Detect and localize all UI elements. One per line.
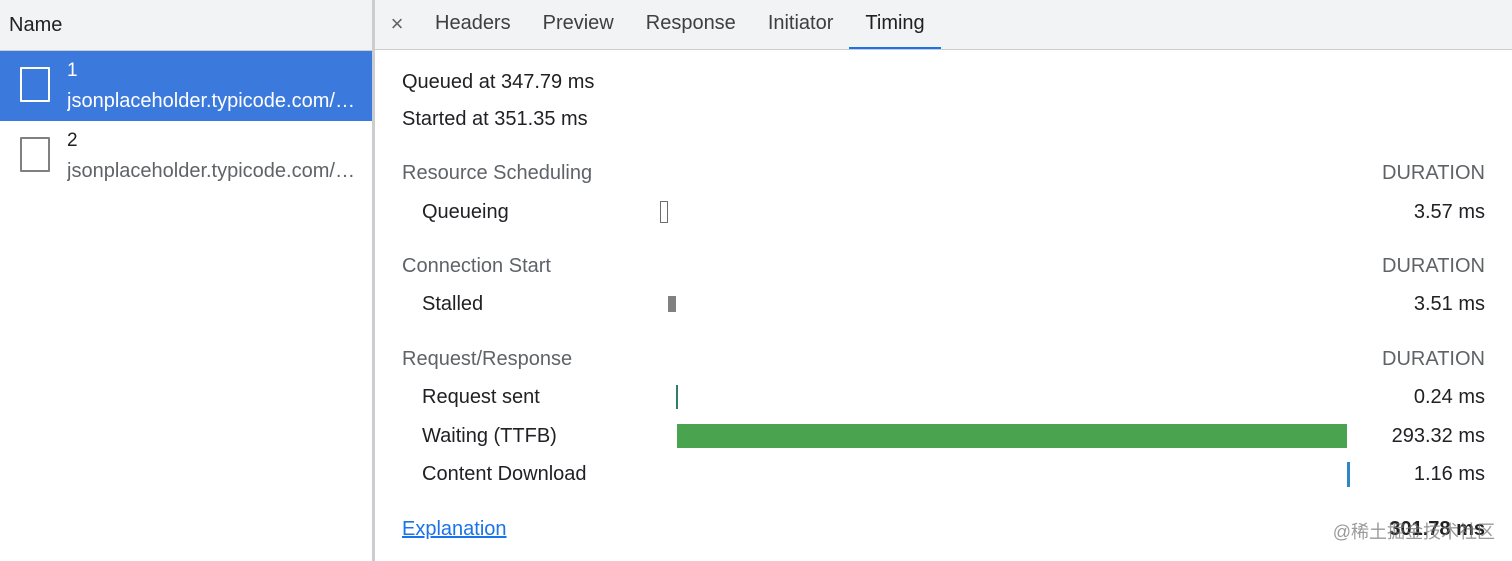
row-label-content-download: Content Download: [422, 463, 587, 485]
queued-at-text: Queued at 347.79 ms: [402, 71, 595, 93]
duration-header: DURATION: [1382, 348, 1485, 370]
section-title-resource-scheduling: Resource Scheduling: [402, 162, 593, 184]
duration-header: DURATION: [1382, 162, 1485, 184]
document-icon: [20, 137, 50, 172]
tab-preview[interactable]: Preview: [527, 0, 630, 49]
section-title-connection-start: Connection Start: [402, 255, 551, 277]
devtools-network-panel: Name 1 jsonplaceholder.typicode.com/post…: [0, 0, 1512, 561]
name-column-header[interactable]: Name: [0, 0, 372, 51]
detail-tabbar: × Headers Preview Response Initiator Tim…: [375, 0, 1512, 50]
row-label-request-sent: Request sent: [422, 386, 540, 408]
row-value-queueing: 3.57 ms: [1413, 201, 1485, 223]
request-row-2[interactable]: 2 jsonplaceholder.typicode.com/posts/2: [0, 121, 372, 191]
row-value-request-sent: 0.24 ms: [1413, 386, 1485, 408]
request-row-1[interactable]: 1 jsonplaceholder.typicode.com/posts/1: [0, 51, 372, 121]
close-icon[interactable]: ×: [375, 0, 419, 49]
timing-view: Queued at 347.79 ms Started at 351.35 ms…: [402, 50, 1485, 561]
timing-bar-queueing: [660, 201, 669, 223]
watermark-text: @稀土掘金技术社区: [1332, 522, 1495, 542]
timing-bar-request-sent: [676, 385, 679, 409]
request-name: 2: [67, 130, 78, 151]
request-url: jsonplaceholder.typicode.com/posts/1: [67, 90, 362, 112]
tab-timing[interactable]: Timing: [849, 0, 941, 49]
tab-response[interactable]: Response: [630, 0, 752, 49]
duration-header: DURATION: [1382, 255, 1485, 277]
timing-bar-waiting-ttfb: [676, 424, 1348, 448]
row-label-stalled: Stalled: [422, 293, 484, 315]
tab-headers[interactable]: Headers: [419, 0, 527, 49]
explanation-link[interactable]: Explanation: [402, 518, 507, 541]
started-at-text: Started at 351.35 ms: [402, 108, 588, 130]
timing-bar-stalled: [668, 296, 677, 312]
document-icon: [20, 67, 50, 102]
row-value-waiting-ttfb: 293.32 ms: [1391, 425, 1485, 447]
row-value-stalled: 3.51 ms: [1413, 293, 1485, 315]
section-title-request-response: Request/Response: [402, 348, 573, 370]
request-url: jsonplaceholder.typicode.com/posts/2: [67, 160, 362, 182]
request-detail-pane: × Headers Preview Response Initiator Tim…: [375, 0, 1512, 561]
row-label-queueing: Queueing: [422, 201, 509, 223]
timing-bar-content-download: [1347, 462, 1351, 487]
request-list: Name 1 jsonplaceholder.typicode.com/post…: [0, 0, 375, 561]
row-label-waiting-ttfb: Waiting (TTFB): [422, 425, 557, 447]
request-name: 1: [67, 60, 78, 81]
tab-initiator[interactable]: Initiator: [752, 0, 850, 49]
row-value-content-download: 1.16 ms: [1413, 463, 1485, 485]
